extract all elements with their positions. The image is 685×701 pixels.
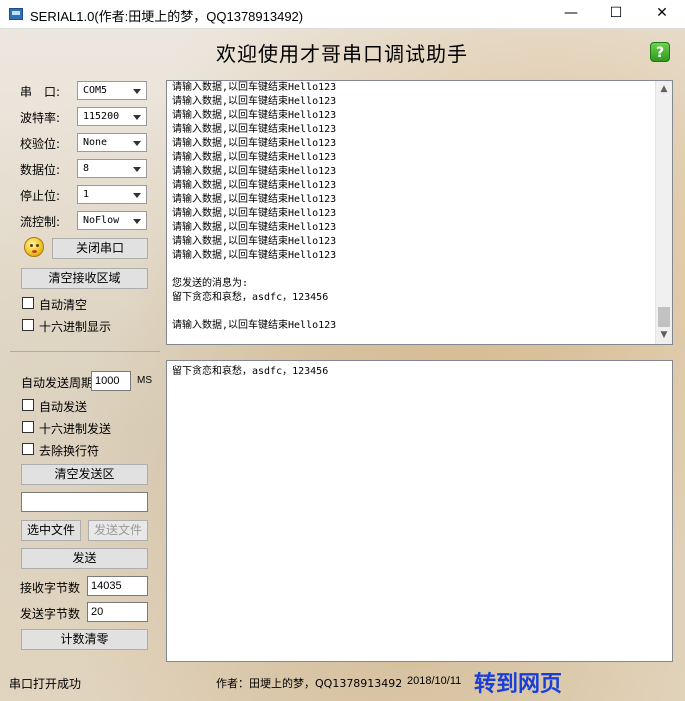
auto-clear-checkbox[interactable]: [22, 297, 34, 309]
scroll-thumb[interactable]: [658, 307, 670, 327]
reset-count-button[interactable]: 计数清零: [21, 629, 148, 650]
strip-newline-label: 去除换行符: [39, 444, 100, 458]
chevron-down-icon: [133, 89, 141, 94]
chevron-down-icon: [133, 115, 141, 120]
receive-scrollbar[interactable]: ▲ ▼: [655, 81, 672, 344]
tx-count-field: 20: [87, 602, 148, 622]
parity-select-value: None: [83, 137, 108, 148]
file-path-input[interactable]: [21, 492, 148, 512]
receive-text: 请输入数据,以回车键结束Hello123 请输入数据,以回车键结束Hello12…: [172, 82, 337, 331]
title-bar: SERIAL1.0(作者:田埂上的梦，QQ1378913492) — ☐ ✕: [0, 0, 685, 29]
help-icon[interactable]: ?: [650, 42, 670, 62]
auto-clear-label: 自动清空: [39, 298, 88, 312]
close-port-button[interactable]: 关闭串口: [52, 238, 148, 259]
hex-send-label: 十六进制发送: [39, 422, 112, 436]
app-icon: [9, 8, 23, 20]
auto-send-period-input[interactable]: 1000: [91, 371, 131, 391]
strip-newline-checkbox[interactable]: [22, 443, 34, 455]
page-title: 欢迎使用才哥串口调试助手: [216, 42, 468, 66]
baud-label: 波特率:: [20, 111, 61, 125]
select-file-button[interactable]: 选中文件: [21, 520, 81, 541]
send-file-button[interactable]: 发送文件: [88, 520, 148, 541]
port-select-value: COM5: [83, 85, 108, 96]
auto-send-period-label: 自动发送周期: [21, 376, 94, 390]
hex-display-checkbox[interactable]: [22, 319, 34, 331]
clear-receive-button[interactable]: 清空接收区域: [21, 268, 148, 289]
smiley-icon: [24, 237, 44, 257]
chevron-down-icon: [133, 219, 141, 224]
rx-count-label: 接收字节数: [20, 581, 81, 595]
auto-send-label: 自动发送: [39, 400, 88, 414]
flow-label: 流控制:: [20, 215, 61, 229]
rx-count-field: 14035: [87, 576, 148, 596]
minimize-button[interactable]: —: [548, 0, 594, 28]
main-window: SERIAL1.0(作者:田埂上的梦，QQ1378913492) — ☐ ✕ 欢…: [0, 0, 685, 701]
databits-label: 数据位:: [20, 163, 61, 177]
footer-author: 作者：田埂上的梦，QQ1378913492: [216, 677, 403, 690]
maximize-button[interactable]: ☐: [593, 0, 639, 28]
stopbits-select[interactable]: 1: [77, 185, 147, 204]
port-label: 串 口:: [20, 85, 61, 99]
chevron-down-icon: [133, 141, 141, 146]
receive-textarea[interactable]: 请输入数据,以回车键结束Hello123 请输入数据,以回车键结束Hello12…: [166, 80, 673, 345]
chevron-down-icon: [133, 193, 141, 198]
scroll-up-icon[interactable]: ▲: [656, 81, 672, 98]
stopbits-select-value: 1: [83, 189, 90, 200]
flow-select[interactable]: NoFlow: [77, 211, 147, 230]
databits-select[interactable]: 8: [77, 159, 147, 178]
chevron-down-icon: [133, 167, 141, 172]
clear-send-button[interactable]: 清空发送区: [21, 464, 148, 485]
tx-count-label: 发送字节数: [20, 607, 81, 621]
scroll-down-icon[interactable]: ▼: [656, 327, 672, 344]
auto-send-checkbox[interactable]: [22, 399, 34, 411]
send-textarea[interactable]: 留下贪恋和哀愁，asdfc，123456: [166, 360, 673, 662]
port-select[interactable]: COM5: [77, 81, 147, 100]
period-unit-label: MS: [137, 375, 152, 386]
go-to-webpage-link[interactable]: 转到网页: [474, 666, 562, 698]
footer-date: 2018/10/11: [407, 675, 462, 687]
flow-select-value: NoFlow: [83, 215, 120, 226]
parity-label: 校验位:: [20, 137, 61, 151]
databits-select-value: 8: [83, 163, 90, 174]
parity-select[interactable]: None: [77, 133, 147, 152]
send-text: 留下贪恋和哀愁，asdfc，123456: [172, 366, 329, 377]
hex-send-checkbox[interactable]: [22, 421, 34, 433]
close-button[interactable]: ✕: [639, 0, 685, 28]
baud-select-value: 115200: [83, 111, 120, 122]
status-text: 串口打开成功: [9, 677, 82, 691]
send-button[interactable]: 发送: [21, 548, 148, 569]
divider: [10, 351, 160, 352]
baud-select[interactable]: 115200: [77, 107, 147, 126]
window-title: SERIAL1.0(作者:田埂上的梦，QQ1378913492): [30, 9, 304, 24]
hex-display-label: 十六进制显示: [39, 320, 112, 334]
stopbits-label: 停止位:: [20, 189, 61, 203]
